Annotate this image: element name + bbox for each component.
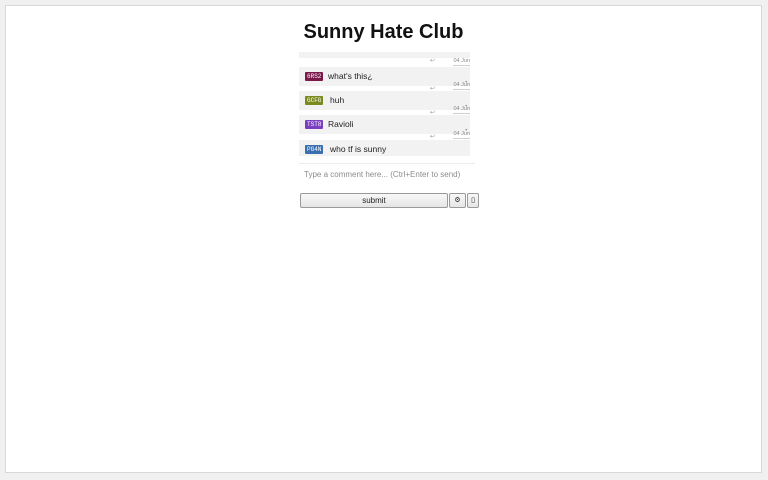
message-date: 04 Jun	[453, 58, 470, 66]
message-row: 04 Jun 6RS2 what's this¿ ↩ •	[299, 58, 470, 92]
page-title: Sunny Hate Club	[303, 21, 464, 43]
gear-icon[interactable]: ⚙	[449, 193, 466, 208]
message-date: 04 Jun	[453, 82, 470, 90]
page-container: Sunny Hate Club ↩ • 04 Jun 6RS2 what's t…	[5, 5, 762, 473]
user-tag[interactable]: GCFG	[305, 96, 324, 105]
message-date: 04 Jun	[453, 106, 470, 114]
box-icon[interactable]: ▯	[467, 193, 479, 208]
user-tag[interactable]: PG4N	[305, 145, 324, 154]
comment-controls: submit ⚙ ▯	[300, 193, 480, 208]
divider	[299, 163, 475, 164]
comment-input[interactable]	[299, 166, 475, 182]
message-row: 04 Jun GCFG huh ↩ •	[299, 82, 470, 116]
message-date: 04 Jun	[453, 131, 470, 139]
message-row: 04 Jun PG4N who tf is sunny ↩	[299, 131, 470, 156]
message-row: ↩ •	[299, 52, 470, 64]
comment-widget: ↩ • 04 Jun 6RS2 what's this¿ ↩ • 04 Jun …	[294, 52, 479, 208]
message-text: Ravioli	[328, 119, 354, 129]
submit-button[interactable]: submit	[300, 193, 448, 208]
message-text: what's this¿	[328, 71, 373, 81]
message-text: huh	[330, 95, 345, 105]
reply-icon[interactable]: ↩	[430, 58, 435, 64]
message-text: who tf is sunny	[330, 144, 387, 154]
message-feed[interactable]: ↩ • 04 Jun 6RS2 what's this¿ ↩ • 04 Jun …	[299, 52, 475, 156]
user-tag[interactable]: TST8	[305, 120, 324, 129]
user-tag[interactable]: 6RS2	[305, 72, 324, 81]
message-row: 04 Jun TST8 Ravioli ↩ •	[299, 106, 470, 140]
